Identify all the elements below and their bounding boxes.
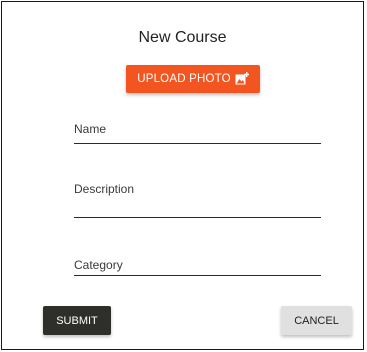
category-field-underline bbox=[74, 275, 321, 276]
category-field-label: Category bbox=[74, 258, 123, 272]
add-photo-icon bbox=[235, 72, 249, 86]
name-field-underline bbox=[74, 143, 321, 144]
description-field-label: Description bbox=[74, 182, 135, 196]
upload-photo-button[interactable]: UPLOAD PHOTO bbox=[126, 65, 260, 93]
name-field[interactable]: Name bbox=[74, 122, 321, 146]
upload-photo-label: UPLOAD PHOTO bbox=[137, 73, 231, 85]
description-field[interactable]: Description bbox=[74, 182, 321, 220]
description-field-underline bbox=[74, 217, 321, 218]
dialog-title: New Course bbox=[138, 29, 227, 46]
submit-button[interactable]: SUBMIT bbox=[43, 306, 111, 335]
new-course-dialog: New Course UPLOAD PHOTO Name Description… bbox=[1, 1, 364, 350]
cancel-button[interactable]: CANCEL bbox=[281, 306, 352, 335]
category-field[interactable]: Category bbox=[74, 258, 321, 278]
name-field-label: Name bbox=[74, 122, 107, 136]
